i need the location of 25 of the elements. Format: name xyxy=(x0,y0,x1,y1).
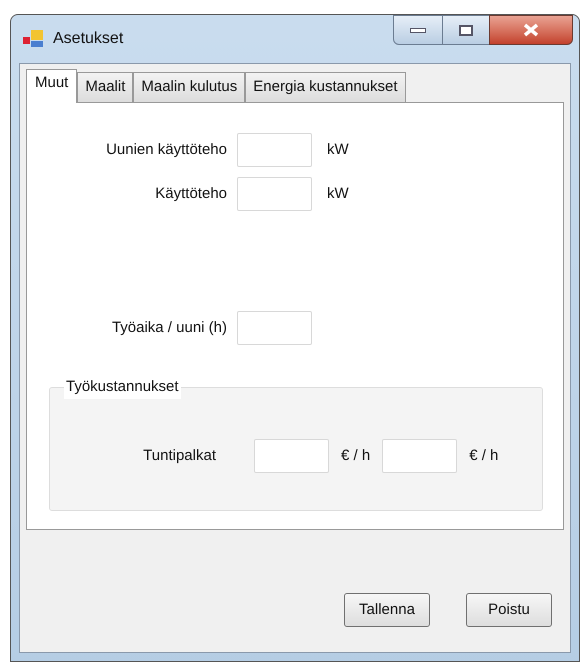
tab[interactable]: Maalit xyxy=(77,72,134,102)
field-label: Uunien käyttöteho xyxy=(105,140,227,160)
unit-label: € / h xyxy=(469,446,498,466)
minimize-button[interactable] xyxy=(393,15,443,45)
input-field[interactable] xyxy=(382,439,458,473)
app-icon xyxy=(23,29,45,49)
maximize-button[interactable] xyxy=(443,15,489,45)
dialog-button[interactable]: Poistu xyxy=(466,593,552,627)
field-label: Käyttöteho xyxy=(154,184,227,204)
unit-label: € / h xyxy=(341,446,370,466)
close-icon xyxy=(522,23,540,37)
unit-label: kW xyxy=(327,184,349,204)
tab[interactable]: Maalin kulutus xyxy=(133,72,246,102)
input-field[interactable] xyxy=(254,439,329,473)
unit-label: kW xyxy=(327,140,349,160)
input-field[interactable] xyxy=(237,177,312,211)
window-title: Asetukset xyxy=(53,29,124,49)
field-label: Työaika / uuni (h) xyxy=(110,318,227,338)
input-field[interactable] xyxy=(237,133,312,167)
input-field[interactable] xyxy=(237,311,312,345)
dialog-button[interactable]: Tallenna xyxy=(344,593,430,627)
tab[interactable]: Muut xyxy=(26,69,78,103)
field-label: Tuntipalkat xyxy=(142,446,216,466)
close-button[interactable] xyxy=(489,15,573,45)
tab[interactable]: Energia kustannukset xyxy=(245,72,406,102)
